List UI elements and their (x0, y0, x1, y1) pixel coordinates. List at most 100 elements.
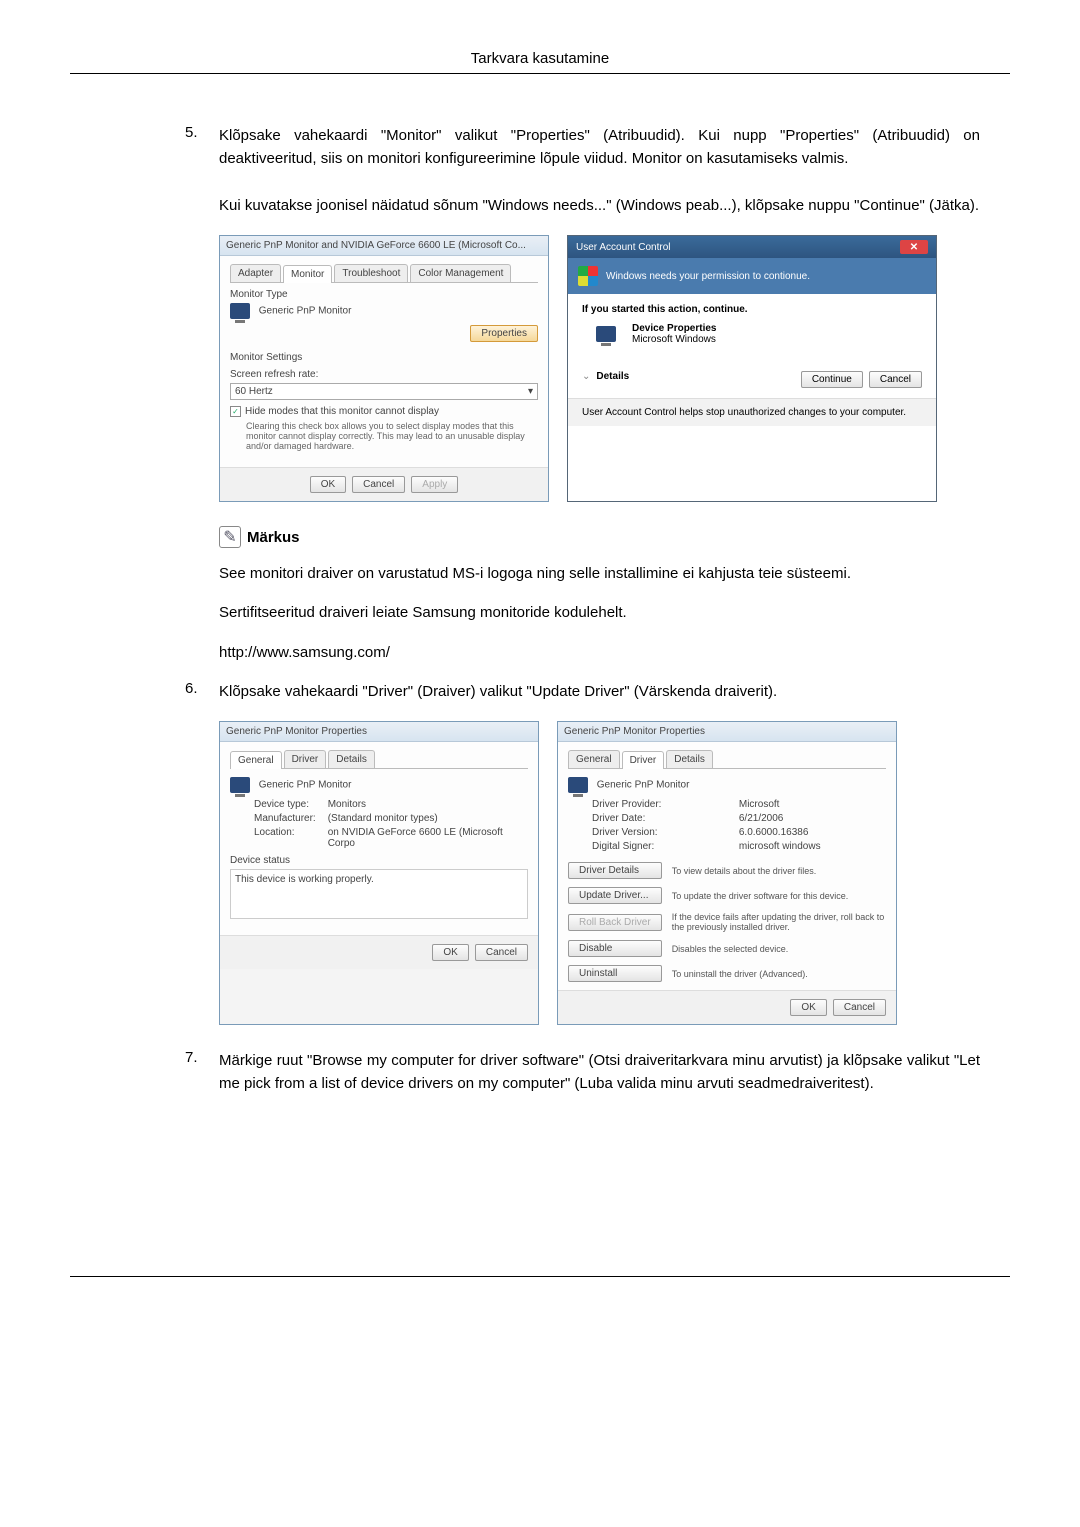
tab-general[interactable]: General (230, 751, 282, 769)
roll-back-button[interactable]: Roll Back Driver (568, 914, 662, 931)
device-type-value: Monitors (328, 799, 528, 810)
hide-modes-label: Hide modes that this monitor cannot disp… (245, 406, 439, 417)
location-label: Location: (254, 827, 316, 849)
uac-footer-text: User Account Control helps stop unauthor… (568, 398, 936, 426)
chevron-down-icon: ⌄ (582, 371, 590, 382)
uac-dialog: User Account Control ✕ Windows needs you… (567, 235, 937, 502)
tab-general-2[interactable]: General (568, 750, 620, 768)
tab-driver-2[interactable]: Driver (622, 751, 665, 769)
tab-color-management[interactable]: Color Management (410, 264, 511, 282)
note-paragraph-2: Sertifitseeritud draiveri leiate Samsung… (219, 601, 980, 624)
monitor-icon (230, 303, 250, 319)
step-5: 5. Klõpsake vahekaardi "Monitor" valikut… (185, 124, 980, 217)
ok-button[interactable]: OK (310, 476, 346, 493)
step-6-text: Klõpsake vahekaardi "Driver" (Draiver) v… (219, 680, 980, 703)
screenshot-row-1: Generic PnP Monitor and NVIDIA GeForce 6… (219, 235, 980, 502)
device-status-value: This device is working properly. (235, 874, 374, 885)
note-title: Märkus (247, 529, 300, 546)
monitor-type-label: Monitor Type (230, 289, 538, 300)
step-6-number: 6. (185, 680, 219, 703)
note-url: http://www.samsung.com/ (219, 641, 980, 664)
ok-button[interactable]: OK (790, 999, 826, 1016)
digital-signer-value: microsoft windows (739, 841, 886, 852)
footer-divider (70, 1276, 1010, 1277)
device-icon (596, 326, 616, 342)
step-7-text: Märkige ruut "Browse my computer for dri… (219, 1049, 980, 1096)
step-5-text: Klõpsake vahekaardi "Monitor" valikut "P… (219, 124, 980, 171)
update-driver-button[interactable]: Update Driver... (568, 887, 662, 904)
uac-details[interactable]: Details (596, 371, 629, 382)
close-icon[interactable]: ✕ (900, 240, 928, 254)
step-7: 7. Märkige ruut "Browse my computer for … (185, 1049, 980, 1096)
uac-title: User Account Control (576, 242, 671, 253)
properties-driver-dialog: Generic PnP Monitor Properties General D… (557, 721, 897, 1025)
driver-device-name: Generic PnP Monitor (597, 780, 690, 791)
continue-button[interactable]: Continue (801, 371, 863, 388)
driver-date-label: Driver Date: (592, 813, 727, 824)
shield-icon (578, 266, 598, 286)
driver-date-value: 6/21/2006 (739, 813, 886, 824)
screenshot-row-2: Generic PnP Monitor Properties General D… (219, 721, 980, 1025)
refresh-rate-value: 60 Hertz (235, 386, 273, 397)
hide-modes-checkbox[interactable]: ✓ (230, 406, 241, 417)
cancel-button[interactable]: Cancel (833, 999, 886, 1016)
monitor-icon (568, 777, 588, 793)
manufacturer-label: Manufacturer: (254, 813, 316, 824)
device-name: Generic PnP Monitor (259, 780, 352, 791)
driver-provider-value: Microsoft (739, 799, 886, 810)
monitor-name: Generic PnP Monitor (259, 306, 352, 317)
apply-button[interactable]: Apply (411, 476, 458, 493)
note-paragraph-1: See monitori draiver on varustatud MS-i … (219, 562, 980, 585)
props-general-title: Generic PnP Monitor Properties (226, 726, 367, 737)
step-7-number: 7. (185, 1049, 219, 1096)
digital-signer-label: Digital Signer: (592, 841, 727, 852)
manufacturer-value: (Standard monitor types) (328, 813, 528, 824)
step-5-followup: Kui kuvatakse joonisel näidatud sõnum "W… (219, 194, 980, 217)
tab-adapter[interactable]: Adapter (230, 264, 281, 282)
tab-driver[interactable]: Driver (284, 750, 327, 768)
chevron-down-icon: ▾ (528, 386, 533, 397)
device-status-box: This device is working properly. (230, 869, 528, 919)
tab-troubleshoot[interactable]: Troubleshoot (334, 264, 408, 282)
disable-desc: Disables the selected device. (672, 944, 886, 954)
header-title: Tarkvara kasutamine (471, 50, 609, 67)
page-header: Tarkvara kasutamine (70, 50, 1010, 74)
step-5-number: 5. (185, 124, 219, 217)
monitor-dialog-title: Generic PnP Monitor and NVIDIA GeForce 6… (226, 240, 526, 251)
ok-button[interactable]: OK (432, 944, 468, 961)
refresh-rate-dropdown[interactable]: 60 Hertz ▾ (230, 383, 538, 400)
properties-general-dialog: Generic PnP Monitor Properties General D… (219, 721, 539, 1025)
disable-button[interactable]: Disable (568, 940, 662, 957)
step-6: 6. Klõpsake vahekaardi "Driver" (Draiver… (185, 680, 980, 703)
uac-cancel-button[interactable]: Cancel (869, 371, 922, 388)
hide-modes-description: Clearing this check box allows you to se… (246, 421, 538, 451)
monitor-properties-dialog: Generic PnP Monitor and NVIDIA GeForce 6… (219, 235, 549, 502)
driver-provider-label: Driver Provider: (592, 799, 727, 810)
monitor-icon (230, 777, 250, 793)
uninstall-desc: To uninstall the driver (Advanced). (672, 969, 886, 979)
driver-version-value: 6.0.6000.16386 (739, 827, 886, 838)
driver-version-label: Driver Version: (592, 827, 727, 838)
device-status-label: Device status (230, 855, 528, 866)
uac-started-text: If you started this action, continue. (582, 304, 922, 315)
device-type-label: Device type: (254, 799, 316, 810)
refresh-rate-label: Screen refresh rate: (230, 369, 538, 380)
cancel-button[interactable]: Cancel (352, 476, 405, 493)
uac-ms-windows: Microsoft Windows (632, 334, 717, 345)
location-value: on NVIDIA GeForce 6600 LE (Microsoft Cor… (328, 827, 528, 849)
uac-device-properties: Device Properties (632, 323, 717, 334)
tab-details-2[interactable]: Details (666, 750, 713, 768)
roll-back-desc: If the device fails after updating the d… (672, 912, 886, 932)
props-driver-title: Generic PnP Monitor Properties (564, 726, 705, 737)
properties-button[interactable]: Properties (470, 325, 538, 342)
note-icon: ✎ (219, 526, 241, 548)
driver-details-desc: To view details about the driver files. (672, 866, 886, 876)
uninstall-button[interactable]: Uninstall (568, 965, 662, 982)
tab-details[interactable]: Details (328, 750, 375, 768)
note-section: ✎ Märkus (219, 526, 980, 548)
cancel-button[interactable]: Cancel (475, 944, 528, 961)
tab-monitor[interactable]: Monitor (283, 265, 332, 283)
driver-details-button[interactable]: Driver Details (568, 862, 662, 879)
monitor-dialog-tabs: Adapter Monitor Troubleshoot Color Manag… (230, 264, 538, 283)
monitor-settings-label: Monitor Settings (230, 352, 538, 363)
